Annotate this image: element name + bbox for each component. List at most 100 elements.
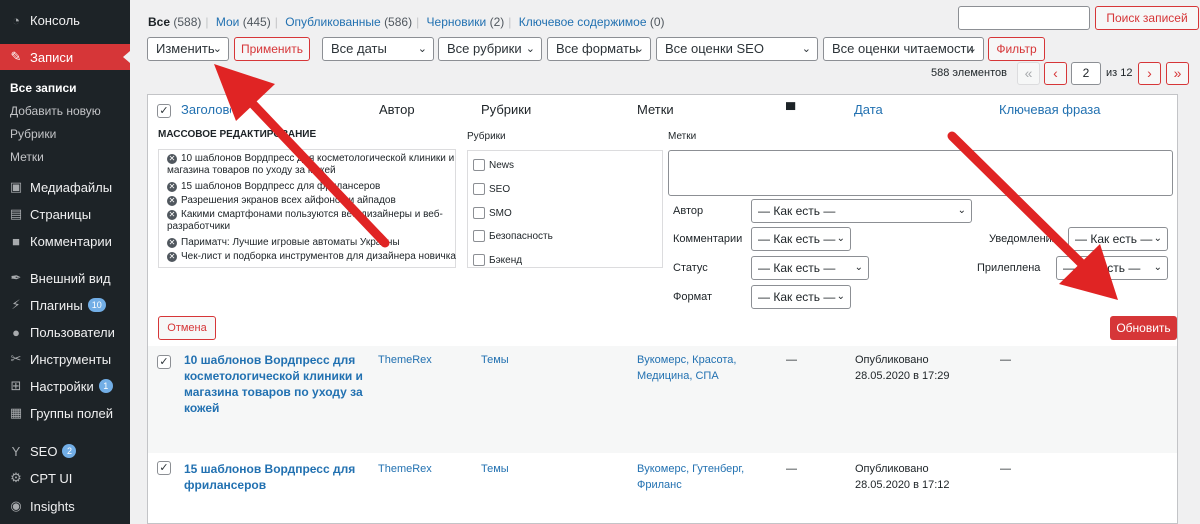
pages-icon: ▤ xyxy=(9,206,23,221)
menu-tools[interactable]: ✂ Инструменты xyxy=(0,346,130,372)
row-checkbox[interactable]: ✓ xyxy=(157,355,171,369)
search-input[interactable] xyxy=(958,6,1090,30)
comments-column-icon[interactable]: ▀ xyxy=(786,102,795,117)
seo-score-select[interactable]: Все оценки SEO ⌄ xyxy=(656,37,818,61)
settings-icon: ⊞ xyxy=(10,378,22,393)
tags-links[interactable]: Вукомерс, Красота, Медицина, СПА xyxy=(637,352,762,384)
menu-label: SEO xyxy=(30,443,58,459)
checkbox-box[interactable] xyxy=(473,159,485,171)
chevron-down-icon: ⌄ xyxy=(801,43,811,55)
status-label: Статус xyxy=(673,262,708,274)
filter-cornerstone[interactable]: Ключевое содержимое (0) xyxy=(519,15,665,29)
readability-select[interactable]: Все оценки читаемости ⌄ xyxy=(823,37,984,61)
prev-page-button[interactable]: ‹ xyxy=(1044,62,1067,85)
column-keyphrase[interactable]: Ключевая фраза xyxy=(999,102,1100,117)
main-content: Все (588) | Мои (445) | Опубликованные (58… xyxy=(130,0,1200,524)
checkbox-box[interactable] xyxy=(473,183,485,195)
format-select[interactable]: — Как есть — ⌄ xyxy=(751,285,851,309)
author-value: — Как есть — xyxy=(758,204,836,218)
author-link[interactable]: ThemeRex xyxy=(378,352,432,368)
comments-select[interactable]: — Как есть — ⌄ xyxy=(751,227,851,251)
author-select[interactable]: — Как есть — ⌄ xyxy=(751,199,972,223)
menu-comments[interactable]: ■ Комментарии xyxy=(0,228,130,254)
status-select[interactable]: — Как есть — ⌄ xyxy=(751,256,869,280)
seo-badge: 2 xyxy=(62,444,77,458)
submenu-tags[interactable]: Метки xyxy=(10,150,44,164)
menu-appearance[interactable]: ✒ Внешний вид xyxy=(0,265,130,291)
menu-field-groups[interactable]: ▦ Группы полей xyxy=(0,400,130,426)
category-checkbox[interactable]: News xyxy=(473,159,514,171)
category-link[interactable]: Темы xyxy=(481,461,509,477)
post-title-link[interactable]: 10 шаблонов Вордпресс для косметологичес… xyxy=(184,352,374,416)
category-checkbox[interactable]: SEO xyxy=(473,183,510,195)
chevron-down-icon: ⌄ xyxy=(836,291,845,302)
categories-select[interactable]: Все рубрики ⌄ xyxy=(438,37,542,61)
menu-pages[interactable]: ▤ Страницы xyxy=(0,201,130,227)
filter-drafts-count: (2) xyxy=(489,15,505,29)
remove-icon[interactable]: ✕ xyxy=(167,196,177,206)
category-checkbox[interactable]: Безопасность xyxy=(473,230,553,242)
formats-select[interactable]: Все форматы ⌄ xyxy=(547,37,651,61)
date-status: Опубликовано xyxy=(855,463,929,475)
select-all-checkbox[interactable]: ✓ xyxy=(157,104,171,118)
last-page-button[interactable]: » xyxy=(1166,62,1189,85)
menu-cpt-ui[interactable]: ⚙ CPT UI xyxy=(0,465,130,491)
filter-drafts[interactable]: Черновики (2) xyxy=(427,15,505,29)
bulk-action-select[interactable]: Изменить ⌄ xyxy=(147,37,229,61)
category-checkbox[interactable]: SMO xyxy=(473,207,512,219)
menu-label: Страницы xyxy=(30,206,92,222)
column-date[interactable]: Дата xyxy=(854,102,883,117)
menu-settings[interactable]: ⊞ Настройки 1 xyxy=(0,373,130,399)
current-page-input[interactable]: 2 xyxy=(1071,62,1101,85)
checkbox-box[interactable] xyxy=(473,230,485,242)
post-title-link[interactable]: 15 шаблонов Вордпресс для фрилансеров xyxy=(184,461,374,493)
menu-posts[interactable]: ✎ Записи xyxy=(0,44,130,70)
menu-plugins[interactable]: ⚡ Плагины 10 xyxy=(0,292,130,318)
menu-dashboard[interactable]: ◔ Консоль xyxy=(0,7,130,33)
bulk-tags-textarea[interactable] xyxy=(668,150,1173,196)
menu-insights[interactable]: ◉ Insights xyxy=(0,493,130,519)
submenu-add-new[interactable]: Добавить новую xyxy=(10,104,101,118)
author-link[interactable]: ThemeRex xyxy=(378,461,432,477)
remove-icon[interactable]: ✕ xyxy=(167,182,177,192)
notify-select[interactable]: — Как есть — ⌄ xyxy=(1068,227,1168,251)
posts-table: ✓ Заголовок Автор Рубрики Метки ▀ Дата К… xyxy=(147,94,1178,524)
apply-button[interactable]: Применить xyxy=(234,37,310,61)
next-page-button[interactable]: › xyxy=(1138,62,1161,85)
row-checkbox[interactable]: ✓ xyxy=(157,461,171,475)
filter-all[interactable]: Все (588) xyxy=(148,15,201,29)
remove-icon[interactable]: ✕ xyxy=(167,252,177,262)
keyphrase-value: — xyxy=(1000,354,1011,366)
menu-label: Инструменты xyxy=(30,351,112,367)
submenu-categories[interactable]: Рубрики xyxy=(10,127,56,141)
dates-select[interactable]: Все даты ⌄ xyxy=(322,37,434,61)
dates-value: Все даты xyxy=(331,41,387,56)
remove-icon[interactable]: ✕ xyxy=(167,154,177,164)
filter-published[interactable]: Опубликованные (586) xyxy=(285,15,412,29)
remove-icon[interactable]: ✕ xyxy=(167,238,177,248)
remove-icon[interactable]: ✕ xyxy=(167,210,177,220)
filter-mine[interactable]: Мои (445) xyxy=(216,15,271,29)
cancel-button[interactable]: Отмена xyxy=(158,316,216,340)
keyphrase-value: — xyxy=(1000,463,1011,475)
search-button[interactable]: Поиск записей xyxy=(1095,6,1199,30)
category-checkbox[interactable]: Бэкенд xyxy=(473,254,522,266)
category-link[interactable]: Темы xyxy=(481,352,509,368)
sticky-select[interactable]: — Как есть — ⌄ xyxy=(1056,256,1168,280)
tags-links[interactable]: Вукомерс, Гутенберг, Фриланс xyxy=(637,461,762,493)
category-label: SEO xyxy=(489,183,511,195)
first-page-button[interactable]: « xyxy=(1017,62,1040,85)
checkbox-box[interactable] xyxy=(473,207,485,219)
chevron-down-icon: ⌄ xyxy=(525,43,535,55)
menu-media[interactable]: ▣ Медиафайлы xyxy=(0,174,130,200)
chevron-down-icon: ⌄ xyxy=(1153,262,1162,273)
update-button[interactable]: Обновить xyxy=(1110,316,1177,340)
checkbox-box[interactable] xyxy=(473,254,485,266)
cpt-icon: ⚙ xyxy=(10,470,22,485)
menu-users[interactable]: ● Пользователи xyxy=(0,319,130,345)
menu-seo[interactable]: Y SEO 2 xyxy=(0,438,130,464)
comments-count: — xyxy=(786,354,797,366)
filter-button[interactable]: Фильтр xyxy=(988,37,1045,61)
submenu-all-posts[interactable]: Все записи xyxy=(10,81,77,95)
column-title[interactable]: Заголовок xyxy=(181,102,231,117)
